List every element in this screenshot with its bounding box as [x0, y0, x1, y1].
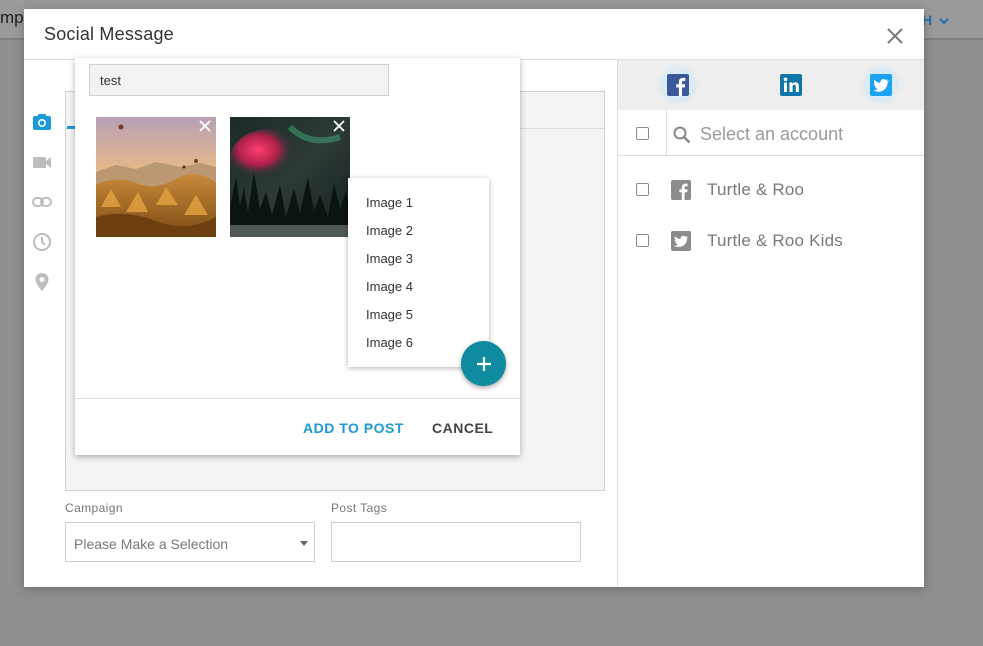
- post-tags-label: Post Tags: [331, 501, 388, 515]
- linkedin-filter-button[interactable]: [776, 70, 806, 100]
- twitter-filter-button[interactable]: [866, 70, 896, 100]
- menu-item-image-2[interactable]: Image 2: [366, 223, 413, 238]
- remove-image-icon[interactable]: [198, 119, 212, 133]
- facebook-icon: [667, 74, 689, 96]
- account-checkbox[interactable]: [636, 234, 649, 247]
- menu-item-image-4[interactable]: Image 4: [366, 279, 413, 294]
- facebook-icon: [671, 180, 691, 200]
- twitter-icon: [870, 74, 892, 96]
- facebook-filter-button[interactable]: [663, 70, 693, 100]
- twitter-icon: [671, 231, 691, 251]
- network-filter-bar: [618, 60, 924, 110]
- menu-item-image-1[interactable]: Image 1: [366, 195, 413, 210]
- clock-icon[interactable]: [32, 232, 52, 252]
- select-all-checkbox[interactable]: [636, 127, 649, 140]
- menu-item-image-5[interactable]: Image 5: [366, 307, 413, 322]
- search-divider: [666, 110, 667, 156]
- linkedin-icon: [780, 74, 802, 96]
- caret-down-icon: [300, 541, 308, 546]
- chevron-down-icon: [939, 18, 949, 25]
- account-name: Turtle & Roo: [707, 180, 805, 199]
- account-checkbox[interactable]: [636, 183, 649, 196]
- location-pin-icon[interactable]: [32, 272, 52, 292]
- account-search-input[interactable]: Select an account: [700, 124, 843, 145]
- image-thumbnail[interactable]: [230, 117, 350, 237]
- account-search-row: Select an account: [618, 110, 924, 156]
- link-icon[interactable]: [32, 192, 52, 212]
- image-source-menu: Image 1 Image 2 Image 3 Image 4 Image 5 …: [348, 178, 489, 367]
- picker-footer-divider: [75, 398, 520, 399]
- cancel-button[interactable]: CANCEL: [432, 420, 493, 436]
- add-to-post-button[interactable]: ADD TO POST: [303, 420, 404, 436]
- account-row-turtle-roo[interactable]: Turtle & Roo: [618, 164, 924, 214]
- aurora-forest-image: [230, 117, 350, 237]
- balloons-landscape-image: [96, 117, 216, 237]
- menu-item-image-3[interactable]: Image 3: [366, 251, 413, 266]
- campaign-label: Campaign: [65, 501, 123, 515]
- plus-icon: [476, 356, 491, 371]
- menu-item-image-6[interactable]: Image 6: [366, 335, 413, 350]
- add-image-fab[interactable]: [461, 341, 506, 386]
- app-header-text: mp: [0, 8, 24, 27]
- image-thumbnail[interactable]: [96, 117, 216, 237]
- post-tags-input[interactable]: [331, 522, 581, 562]
- account-row-turtle-roo-kids[interactable]: Turtle & Roo Kids: [618, 215, 924, 265]
- image-search-input[interactable]: [89, 64, 389, 96]
- remove-image-icon[interactable]: [332, 119, 346, 133]
- dialog-title: Social Message: [44, 24, 174, 44]
- search-icon: [673, 126, 691, 144]
- video-icon[interactable]: [32, 152, 52, 172]
- campaign-selected-value: Please Make a Selection: [74, 536, 229, 552]
- user-menu-trigger[interactable]: H: [922, 12, 949, 28]
- campaign-select[interactable]: Please Make a Selection: [65, 522, 315, 562]
- camera-icon[interactable]: [32, 112, 52, 132]
- account-name: Turtle & Roo Kids: [707, 231, 843, 250]
- close-icon[interactable]: [884, 25, 906, 47]
